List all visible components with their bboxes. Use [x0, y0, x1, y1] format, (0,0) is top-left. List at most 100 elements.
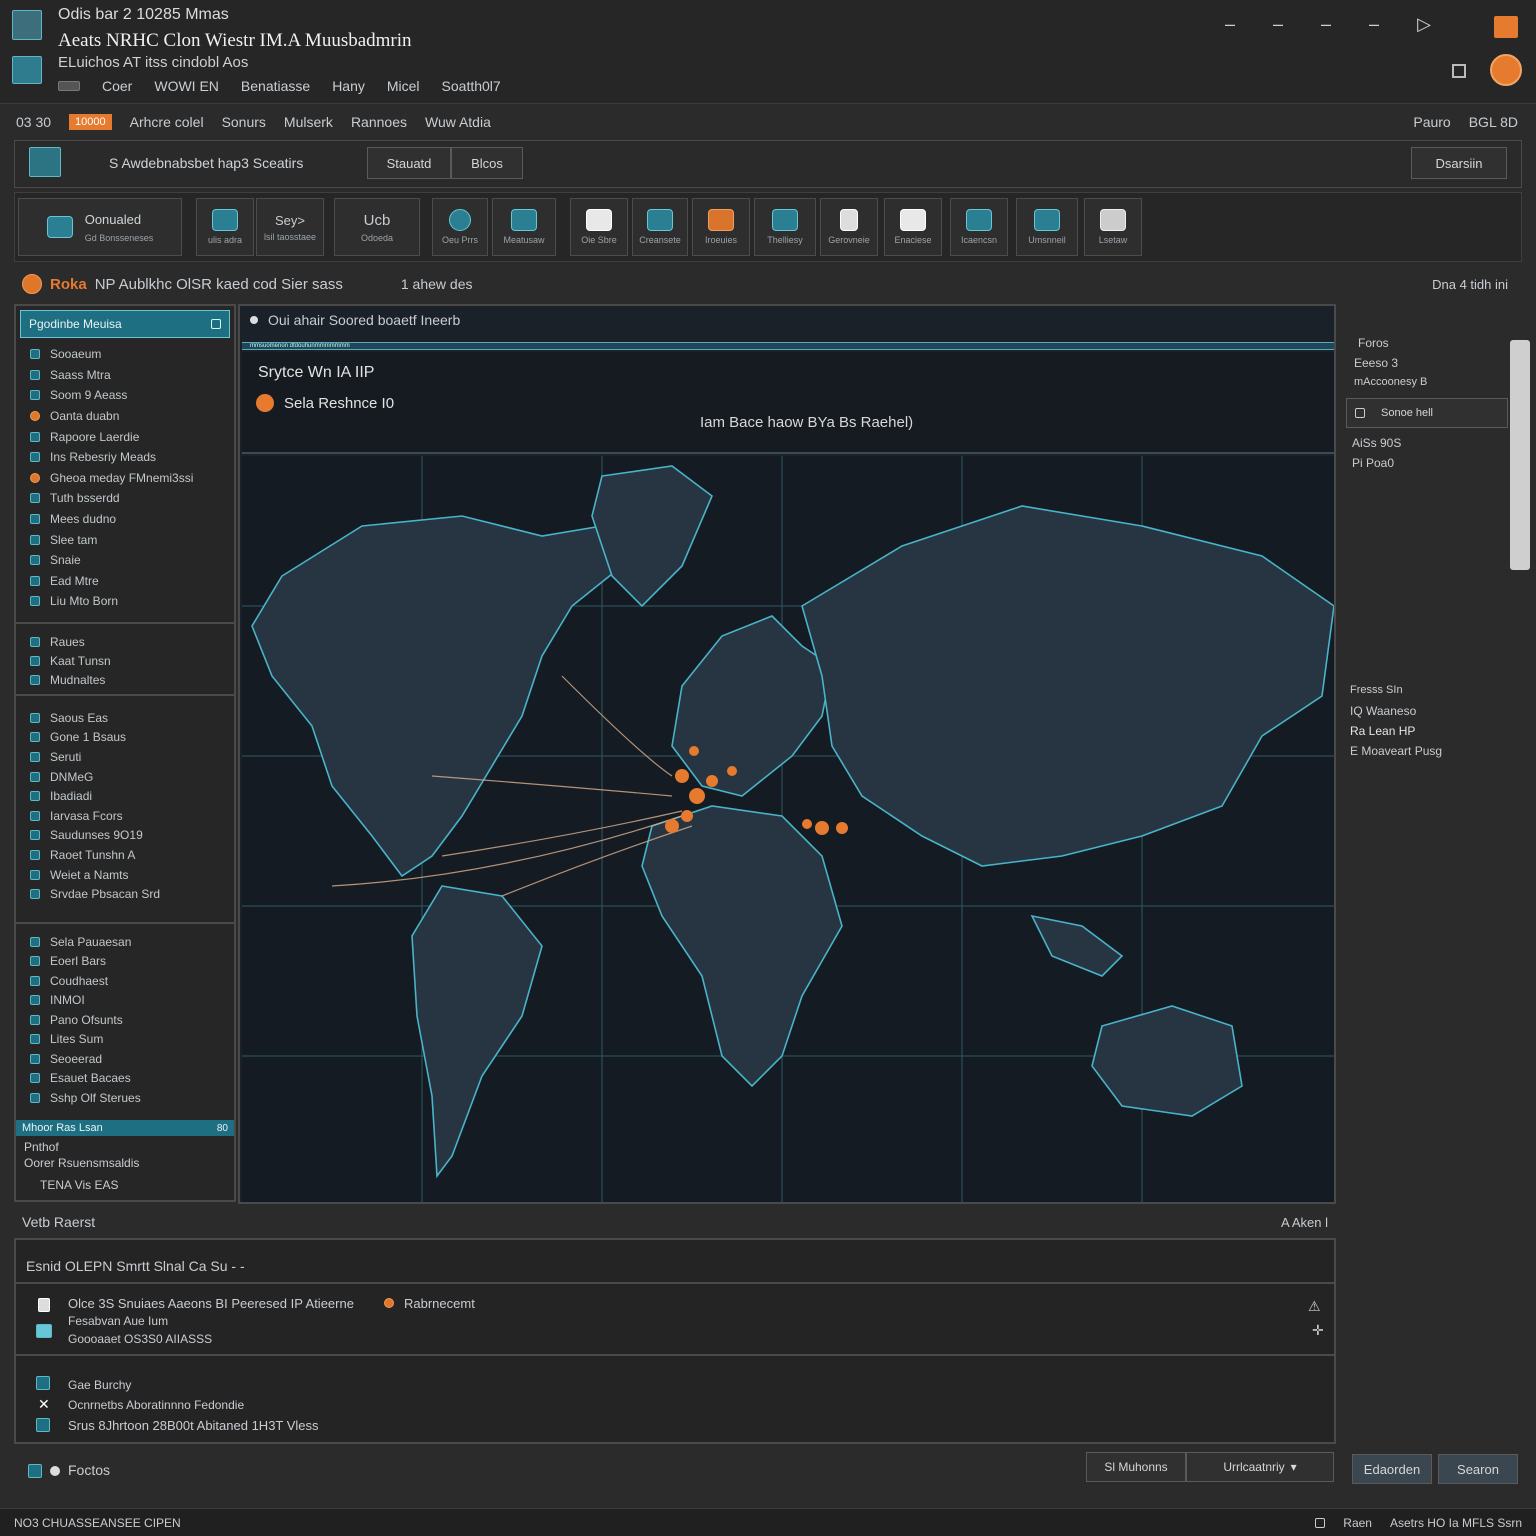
search-button-2[interactable]: Blcos [451, 147, 523, 179]
toolbar-item-2[interactable]: Sonurs [222, 114, 266, 130]
action-button-2[interactable]: Searon [1438, 1454, 1518, 1484]
list-item[interactable]: Sela Pauaesan [16, 932, 234, 952]
close-icon[interactable] [1494, 16, 1518, 38]
tool-button-1[interactable]: Oonualed Gd Bonsseneses [18, 198, 182, 256]
list-item[interactable]: Kaat Tunsn [16, 651, 234, 670]
tab-1[interactable]: Sl Muhonns [1086, 1452, 1186, 1482]
tool-button-2[interactable]: ulis adra [196, 198, 254, 256]
bottom-right[interactable]: A Aken l [1281, 1215, 1328, 1230]
list-item[interactable]: Tuth bsserdd [16, 488, 234, 509]
toolbar-item-3[interactable]: Mulserk [284, 114, 333, 130]
window-control-3[interactable]: – [1321, 14, 1331, 35]
list-item[interactable]: Weiet a Namts [16, 865, 234, 885]
tool-button-12[interactable]: Enaciese [884, 198, 942, 256]
list-item[interactable]: Gheoa meday FMnemi3ssi [16, 468, 234, 489]
list-item[interactable]: Ead Mtre [16, 571, 234, 592]
list-item[interactable]: Slee tam [16, 529, 234, 550]
toolbar-right-a[interactable]: Pauro [1413, 114, 1450, 130]
menu-item-3[interactable]: Benatiasse [241, 78, 310, 94]
window-control-2[interactable]: – [1273, 14, 1283, 35]
tool-button-9[interactable]: Iroeuies [692, 198, 750, 256]
tool-button-5[interactable]: Oeu Prrs [432, 198, 488, 256]
menu-item-6[interactable]: Soatth0l7 [442, 78, 501, 94]
list-item[interactable]: Pano Ofsunts [16, 1010, 234, 1030]
list-item[interactable]: Raoet Tunshn A [16, 845, 234, 865]
list-item[interactable]: Iarvasa Fcors [16, 806, 234, 826]
list-item[interactable]: Gone 1 Bsaus [16, 728, 234, 748]
status-right-b[interactable]: Asetrs HO Ia MFLS Ssrn [1390, 1516, 1522, 1530]
list-item[interactable]: Mudnaltes [16, 670, 234, 689]
list-item[interactable]: Saudunses 9O19 [16, 826, 234, 846]
tool-button-7[interactable]: Oie Sbre [570, 198, 628, 256]
action-button-1[interactable]: Edaorden [1352, 1454, 1432, 1484]
list-item[interactable]: Seoeerad [16, 1049, 234, 1069]
list-item[interactable]: Esauet Bacaes [16, 1069, 234, 1089]
list-item[interactable]: Sooaeum [16, 344, 234, 365]
tab-2[interactable]: Urrlcaatnriy ▾ [1186, 1452, 1334, 1482]
toolbar-right-b[interactable]: BGL 8D [1469, 114, 1518, 130]
breadcrumb-app[interactable]: Roka [50, 276, 87, 293]
list-item[interactable]: Ibadiadi [16, 786, 234, 806]
search-right-button[interactable]: Dsarsiin [1411, 147, 1507, 179]
panel-settings-icon[interactable] [211, 319, 221, 329]
tool-button-15[interactable]: Lsetaw [1084, 198, 1142, 256]
list-item[interactable]: Saass Mtra [16, 365, 234, 386]
menu-item-5[interactable]: Micel [387, 78, 420, 94]
focus-label[interactable]: Foctos [68, 1462, 110, 1478]
list-item[interactable]: Raues [16, 632, 234, 651]
log-entry-2[interactable]: ✕ Gae Burchy Ocnrnetbs Aboratinnno Fedon… [16, 1364, 1334, 1440]
log-entry-1[interactable]: Olce 3S Snuiaes Aaeons BI Peeresed IP At… [16, 1288, 1334, 1356]
toolbar-item-4[interactable]: Rannoes [351, 114, 407, 130]
list-item[interactable]: Sshp Olf Sterues [16, 1088, 234, 1108]
list-item[interactable]: Mees dudno [16, 509, 234, 530]
toolbar-badge[interactable]: 10000 [69, 114, 112, 130]
tool-7-sub: Oie Sbre [581, 235, 617, 245]
window-control-4[interactable]: – [1369, 14, 1379, 35]
tool-button-3[interactable]: Sey> lsil taosstaee [256, 198, 324, 256]
list-item[interactable]: Lites Sum [16, 1030, 234, 1050]
add-icon[interactable]: ✛ [1312, 1322, 1324, 1339]
tool-button-11[interactable]: Gerovneie [820, 198, 878, 256]
tool-button-4[interactable]: Ucb Odoeda [334, 198, 420, 256]
list-item[interactable]: Oanta duabn [16, 406, 234, 427]
status-right-a[interactable]: Raen [1343, 1516, 1372, 1530]
list-item[interactable]: Liu Mto Born [16, 591, 234, 612]
window-control-5[interactable]: ▷ [1417, 14, 1431, 35]
tool-button-8[interactable]: Creansete [632, 198, 688, 256]
filter-bar[interactable]: Esnid OLEPN Smrtt Slnal Ca Su - - [26, 1258, 245, 1274]
tool-9-sub: Iroeuies [704, 235, 738, 245]
list-item[interactable]: Soom 9 Aeass [16, 385, 234, 406]
breadcrumb-path[interactable]: NP Aublkhc OlSR kaed cod Sier sass [95, 276, 343, 293]
menu-item-2[interactable]: WOWI EN [154, 78, 219, 94]
tool-button-13[interactable]: Icaencsn [950, 198, 1008, 256]
breadcrumb-right[interactable]: 1 ahew des [401, 276, 473, 292]
list-item[interactable]: INMOI [16, 991, 234, 1011]
search-button-1[interactable]: Stauatd [367, 147, 451, 179]
tool-button-14[interactable]: Umsnneil [1016, 198, 1078, 256]
list-item[interactable]: DNMeG [16, 767, 234, 787]
menu-item-4[interactable]: Hany [332, 78, 365, 94]
search-input[interactable]: S Awdebnabsbet hap3 Sceatirs [109, 155, 303, 171]
map-tab[interactable]: Oui ahair Soored boaetf Ineerb [250, 312, 460, 328]
share-icon[interactable]: ⚠ [1308, 1298, 1321, 1315]
list-item[interactable]: Srvdae Pbsacan Srd [16, 884, 234, 904]
list-item[interactable]: Seruti [16, 747, 234, 767]
list-item[interactable]: Rapoore Laerdie [16, 426, 234, 447]
list-item[interactable]: Coudhaest [16, 971, 234, 991]
right-panel-button[interactable]: Sonoe hell [1346, 398, 1508, 428]
toolbar-item-1[interactable]: Arhcre colel [130, 114, 204, 130]
list-item[interactable]: Saous Eas [16, 708, 234, 728]
breadcrumb-far-right[interactable]: Dna 4 tidh ini [1432, 277, 1508, 292]
tool-button-6[interactable]: Meatusaw [492, 198, 556, 256]
tool-button-10[interactable]: Thelliesy [754, 198, 816, 256]
restore-icon[interactable] [1452, 64, 1466, 78]
menu-item-1[interactable]: Coer [102, 78, 132, 94]
window-control-1[interactable]: – [1225, 14, 1235, 35]
toolbar-item-5[interactable]: Wuw Atdia [425, 114, 491, 130]
world-map[interactable] [242, 456, 1334, 1202]
list-item[interactable]: Eoerl Bars [16, 952, 234, 972]
list-item[interactable]: Ins Rebesriy Meads [16, 447, 234, 468]
user-avatar[interactable] [1490, 54, 1522, 86]
right-scrollbar[interactable] [1510, 340, 1530, 570]
list-item[interactable]: Snaie [16, 550, 234, 571]
